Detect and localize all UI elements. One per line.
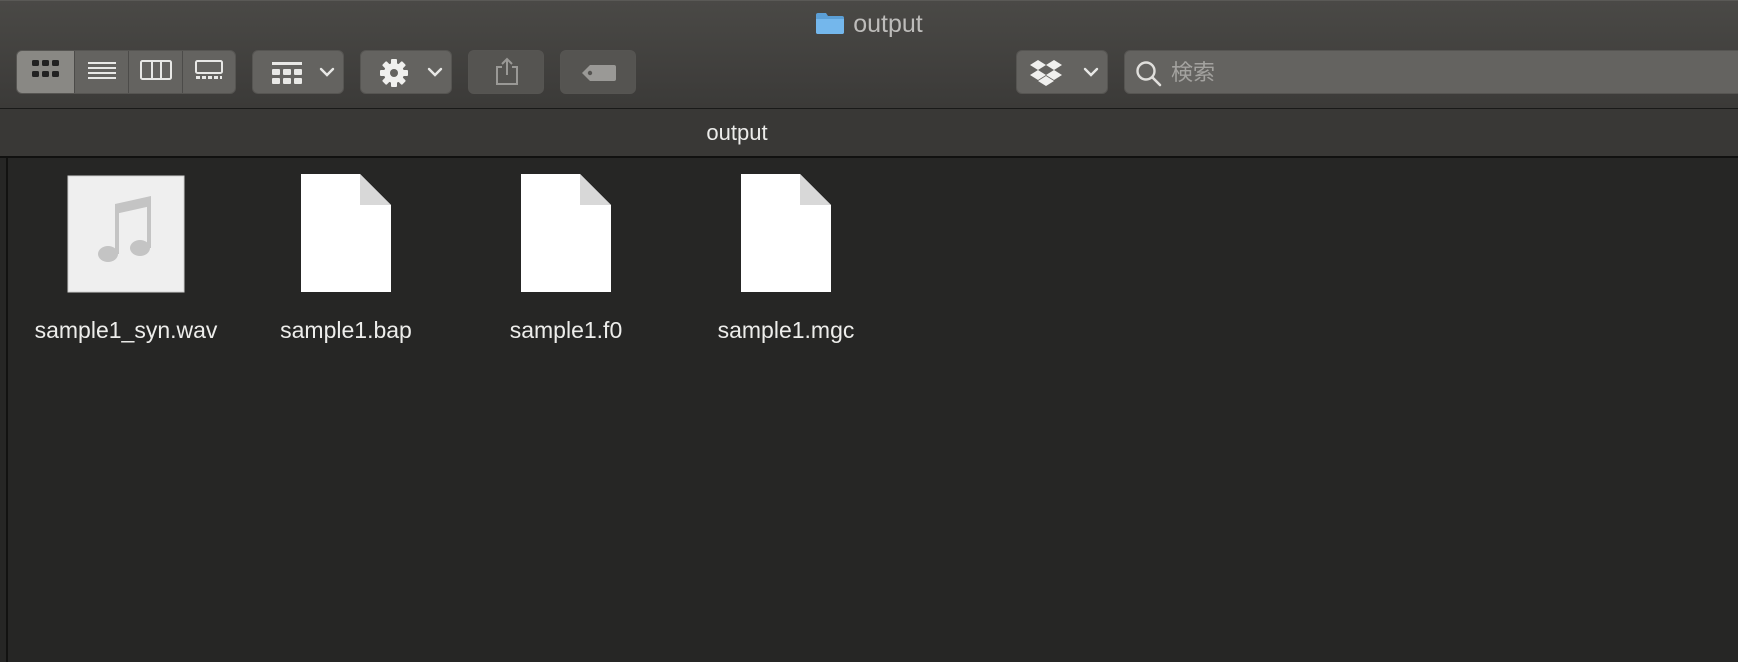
window-title: output — [0, 9, 1738, 42]
toolbar: output — [0, 0, 1738, 109]
document-file-icon — [456, 174, 676, 296]
document-file-icon — [676, 174, 896, 296]
tag-button[interactable] — [560, 50, 636, 94]
path-bar: output — [0, 109, 1738, 158]
file-name: sample1.f0 — [509, 317, 623, 343]
chevron-down-icon — [427, 65, 443, 83]
dropbox-button[interactable] — [1016, 50, 1108, 94]
view-mode-control — [16, 50, 236, 94]
gallery-icon — [194, 59, 224, 86]
search-icon — [1135, 60, 1163, 93]
window-edge — [6, 158, 8, 662]
finder-window: output 検索 output sample1_syn.wav sample1… — [0, 0, 1738, 662]
search-field — [1124, 50, 1738, 94]
gallery-view-button[interactable] — [183, 51, 235, 93]
file-name: sample1.bap — [280, 317, 412, 343]
folder-icon — [815, 11, 845, 42]
file-item[interactable]: sample1.bap — [236, 158, 456, 348]
gear-icon — [379, 58, 409, 93]
action-button[interactable] — [360, 50, 452, 94]
group-button[interactable] — [252, 50, 344, 94]
file-name: sample1_syn.wav — [34, 317, 218, 343]
file-name: sample1.mgc — [717, 317, 855, 343]
list-view-button[interactable] — [75, 51, 129, 93]
search-input[interactable] — [1169, 57, 1733, 89]
document-file-icon — [236, 174, 456, 296]
tag-icon — [581, 64, 617, 87]
list-icon — [87, 59, 117, 86]
window-title-text: output — [853, 10, 923, 38]
file-item[interactable]: sample1.mgc — [676, 158, 896, 348]
columns-icon — [139, 59, 172, 86]
path-bar-title: output — [706, 120, 768, 145]
dropbox-icon — [1029, 59, 1063, 92]
file-item[interactable]: sample1_syn.wav — [16, 158, 236, 348]
icon-view-button[interactable] — [17, 51, 75, 93]
group-icon — [271, 61, 303, 90]
grid-icon — [31, 59, 61, 86]
share-icon — [494, 57, 520, 92]
column-view-button[interactable] — [129, 51, 183, 93]
share-button[interactable] — [468, 50, 544, 94]
file-item[interactable]: sample1.f0 — [456, 158, 676, 348]
chevron-down-icon — [1083, 65, 1099, 83]
audio-file-icon — [16, 174, 236, 296]
chevron-down-icon — [319, 65, 335, 83]
file-browser: sample1_syn.wav sample1.bap sample1.f0 s… — [0, 158, 1738, 662]
